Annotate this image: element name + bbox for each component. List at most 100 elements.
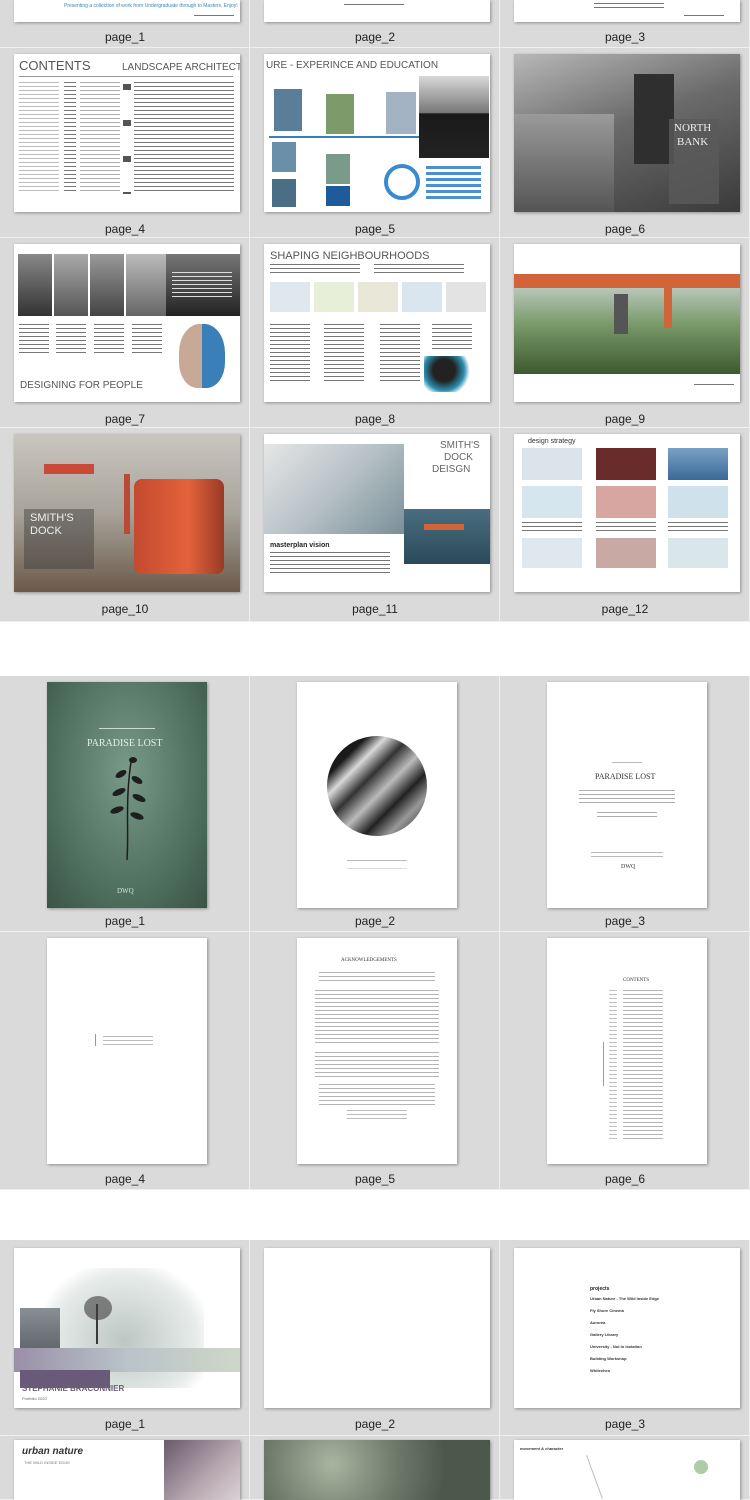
strip-text: Presenting a collection of work from Und… [64,3,238,9]
title-page-footer: DWQ [621,864,636,870]
page-heading: LANDSCAPE ARCHITECT [122,62,240,73]
page-thumbnail[interactable]: URE - EXPERINCE AND EDUCATION [264,54,490,212]
page-cell[interactable]: design strategy page_12 [500,428,750,622]
page-heading: movement & character [520,1446,564,1451]
cover-footer: DWQ [117,887,134,895]
page-cell[interactable]: Presenting a collection of work from Und… [0,0,250,48]
page-caption: page_5 [354,1172,396,1186]
page-cell[interactable]: DESIGNING FOR PEOPLE page_7 [0,238,250,428]
project-item[interactable]: Building Workshop [590,1356,627,1361]
page-thumbnail[interactable] [514,0,740,22]
page-cell[interactable]: URE - EXPERINCE AND EDUCATION page_5 [250,48,500,238]
page-thumbnail[interactable]: SHAPING NEIGHBOURHOODS [264,244,490,402]
page-cell[interactable]: page_9 [500,238,750,428]
title-page-heading: PARADISE LOST [595,772,656,781]
page-cell[interactable]: movement & character [500,1436,750,1500]
page-cell[interactable]: SMITH'S DOCK DEISGN masterplan vision pa… [250,428,500,622]
page-cell[interactable]: SHAPING NEIGHBOURHOODS page_8 [250,238,500,428]
page-caption: page_4 [104,1172,146,1186]
cover-title-line1: NORTH [674,122,712,134]
cover-title-line2: DOCK [30,525,62,537]
project-item[interactable]: Fly Shore Cinema [590,1308,624,1313]
page-thumbnail[interactable] [514,244,740,402]
project-item[interactable]: Urban Nature - The Wild Inside Edge [590,1296,659,1301]
title-line3: DEISGN [432,464,471,475]
page-caption: page_3 [604,1417,646,1431]
page-cell[interactable]: PARADISE LOST DWQ page_1 [0,676,250,932]
plant-illustration [110,757,146,861]
page-caption: page_8 [354,412,396,426]
page-thumbnail[interactable]: CONTENTS [547,938,707,1164]
page-heading: DESIGNING FOR PEOPLE [20,380,143,391]
cover-name: STEPHANIE BRACONNIER [22,1384,125,1393]
page-thumbnail[interactable] [264,1440,490,1500]
page-heading: URE - EXPERINCE AND EDUCATION [266,60,439,71]
page-caption: page_3 [604,914,646,928]
urban-sub: THE WILD INSIDE EDGE [24,1460,71,1465]
page-caption: page_9 [604,412,646,426]
page-thumbnail[interactable]: PARADISE LOST DWQ [47,682,207,908]
page-caption: page_6 [604,222,646,236]
page-thumbnail[interactable]: CONTENTS LANDSCAPE ARCHITECT [14,54,240,212]
page-thumbnail[interactable] [47,938,207,1164]
page-caption: page_3 [604,30,646,44]
page-thumbnail[interactable]: design strategy [514,434,740,592]
page-cell[interactable] [250,1436,500,1500]
page-cell[interactable]: page_4 [0,932,250,1190]
page-caption: page_4 [104,222,146,236]
cover-title-line2: BANK [677,136,709,148]
portfolio-sheet-3: STEPHANIE BRACONNIER Portfolio 2020 page… [0,1240,750,1500]
page-thumbnail[interactable]: SMITH'S DOCK [14,434,240,592]
page-caption: page_1 [104,30,146,44]
contents-heading: CONTENTS [19,58,91,73]
urban-title: urban nature [22,1446,84,1457]
portfolio-sheet-1: Presenting a collection of work from Und… [0,0,750,622]
page-thumbnail[interactable]: movement & character [514,1440,740,1500]
page-thumbnail[interactable]: projects Urban Nature - The Wild Inside … [514,1248,740,1408]
title-line1: SMITH'S [440,440,480,451]
cover-sub: Portfolio 2020 [22,1396,47,1401]
project-item[interactable]: Whitechen [590,1368,610,1373]
page-thumbnail[interactable] [264,1248,490,1408]
page-caption: page_11 [352,602,398,616]
page-caption: page_5 [354,222,396,236]
section-caption: masterplan vision [270,542,330,549]
page-cell[interactable]: page_2 [250,676,500,932]
page-caption: page_12 [601,602,649,616]
page-thumbnail[interactable]: NORTH BANK [514,54,740,212]
page-cell[interactable]: CONTENTS LANDSCAPE ARCHITECT page_4 [0,48,250,238]
cover-title-line1: SMITH'S [30,512,74,524]
page-caption: page_1 [104,914,146,928]
page-cell[interactable]: projects Urban Nature - The Wild Inside … [500,1240,750,1436]
circle-photo [327,736,427,836]
page-cell[interactable]: page_2 [250,0,500,48]
page-cell[interactable]: ACKNOWLEDGEMENTS page_5 [250,932,500,1190]
project-item[interactable]: Gallery Library [590,1332,618,1337]
page-thumbnail[interactable]: ACKNOWLEDGEMENTS [297,938,457,1164]
page-cell[interactable]: PARADISE LOST DWQ page_3 [500,676,750,932]
page-thumbnail[interactable] [297,682,457,908]
page-heading: SHAPING NEIGHBOURHOODS [270,250,430,262]
page-cell[interactable]: NORTH BANK page_6 [500,48,750,238]
page-thumbnail[interactable]: DESIGNING FOR PEOPLE [14,244,240,402]
page-thumbnail[interactable]: urban nature THE WILD INSIDE EDGE [14,1440,240,1500]
page-cell[interactable]: STEPHANIE BRACONNIER Portfolio 2020 page… [0,1240,250,1436]
page-thumbnail[interactable]: Presenting a collection of work from Und… [14,0,240,22]
page-caption: page_7 [104,412,146,426]
page-caption: page_6 [604,1172,646,1186]
portfolio-sheet-2: PARADISE LOST DWQ page_1 page_2 PARADISE… [0,676,750,1190]
page-thumbnail[interactable]: PARADISE LOST DWQ [547,682,707,908]
page-cell[interactable]: CONTENTS page_6 [500,932,750,1190]
page-cell[interactable]: page_2 [250,1240,500,1436]
ack-heading: ACKNOWLEDGEMENTS [341,958,397,963]
page-thumbnail[interactable]: STEPHANIE BRACONNIER Portfolio 2020 [14,1248,240,1408]
page-cell[interactable]: page_3 [500,0,750,48]
project-item[interactable]: University - Not In Isolation [590,1344,642,1349]
page-heading: design strategy [528,438,576,445]
page-thumbnail[interactable] [264,0,490,22]
page-thumbnail[interactable]: SMITH'S DOCK DEISGN masterplan vision [264,434,490,592]
page-cell[interactable]: urban nature THE WILD INSIDE EDGE [0,1436,250,1500]
cover-title: PARADISE LOST [87,738,163,749]
page-cell[interactable]: SMITH'S DOCK page_10 [0,428,250,622]
project-item[interactable]: Aurorea [590,1320,605,1325]
